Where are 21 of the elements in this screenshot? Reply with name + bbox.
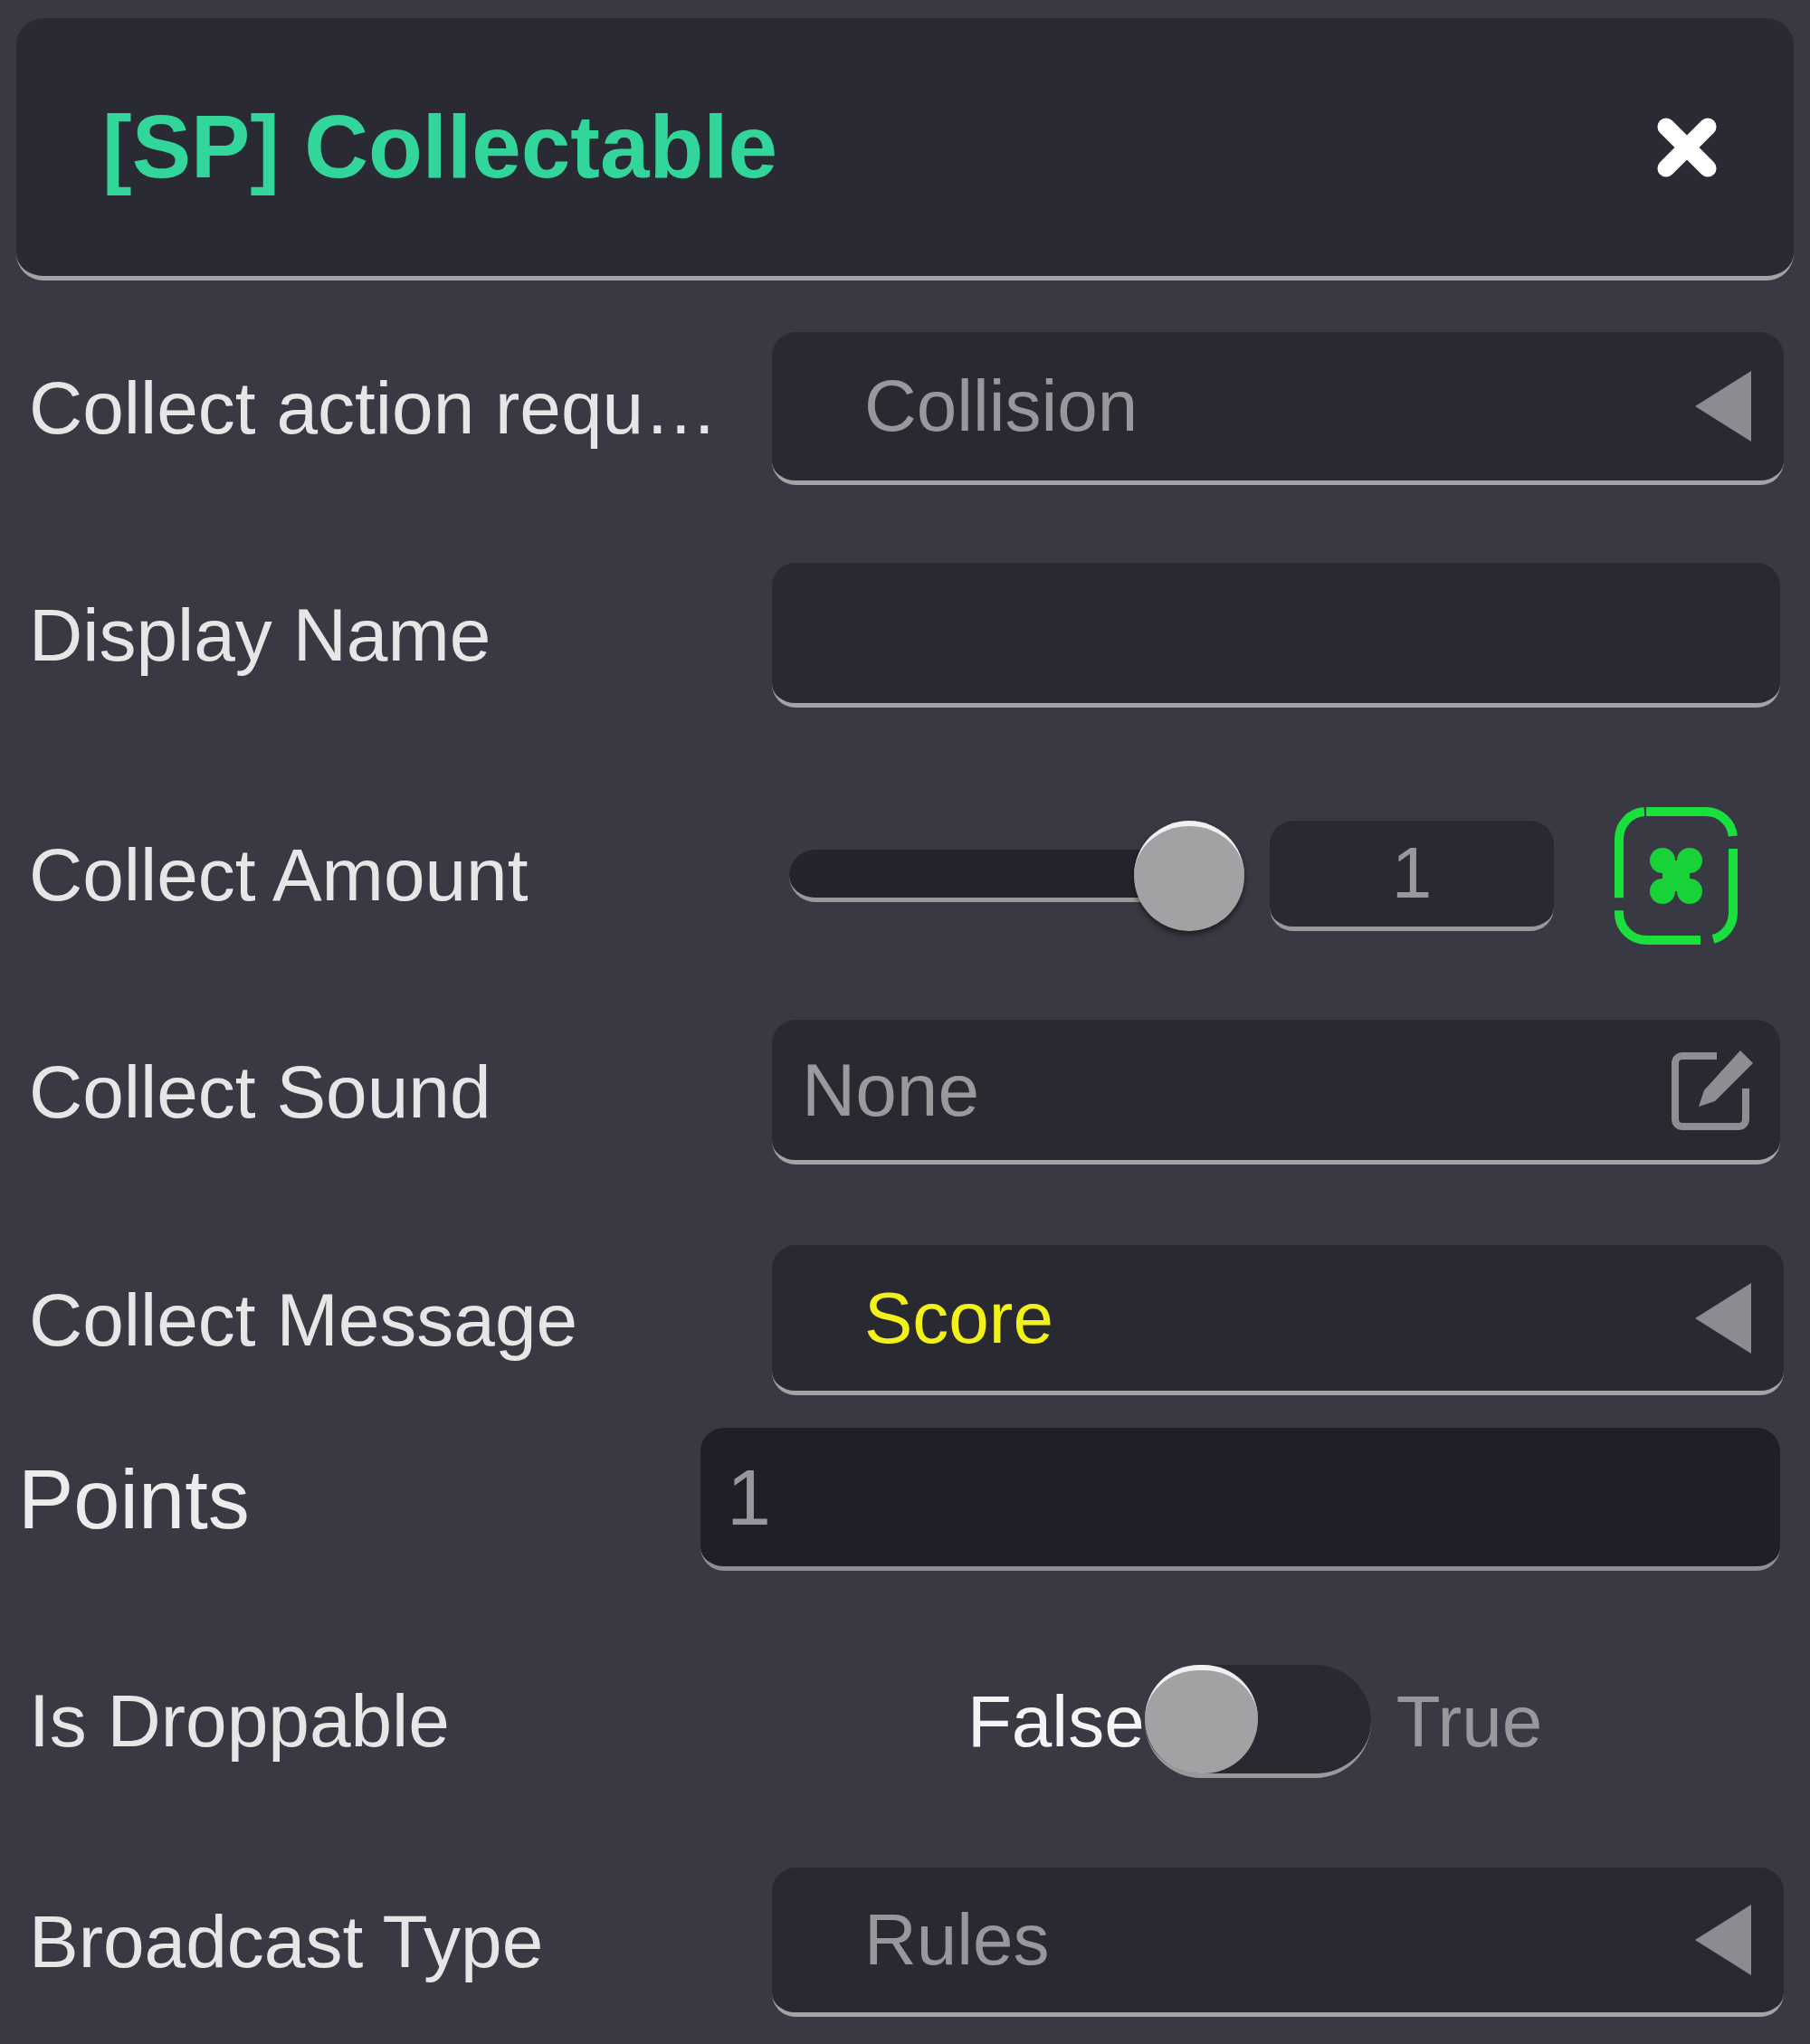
toggle-label: True [1396, 1685, 1543, 1758]
field-label: Display Name [29, 593, 491, 676]
dropdown[interactable]: Score [772, 1245, 1784, 1395]
dropdown[interactable]: Collision [772, 332, 1784, 485]
number-field[interactable]: 1 [1270, 820, 1554, 931]
toggle-label: False [967, 1685, 1145, 1758]
caret-icon [1695, 1282, 1751, 1354]
caret-icon [1695, 1905, 1751, 1975]
field-label: Collect action requ… [29, 366, 719, 450]
field-label: Collect Amount [29, 833, 529, 917]
panel-title: [SP] Collectable [102, 96, 778, 199]
caret-icon [1695, 371, 1751, 442]
field-label: Collect Sound [29, 1050, 491, 1133]
field-label: Collect Message [29, 1278, 578, 1361]
field-label: Broadcast Type [29, 1900, 544, 1983]
input-field[interactable] [772, 563, 1780, 708]
input-field[interactable]: 1 [700, 1428, 1780, 1571]
dropdown[interactable]: Rules [772, 1868, 1784, 2017]
field-label: Is Droppable [29, 1679, 450, 1763]
asset-field[interactable]: None [772, 1020, 1780, 1165]
field-label: Points [18, 1452, 250, 1545]
